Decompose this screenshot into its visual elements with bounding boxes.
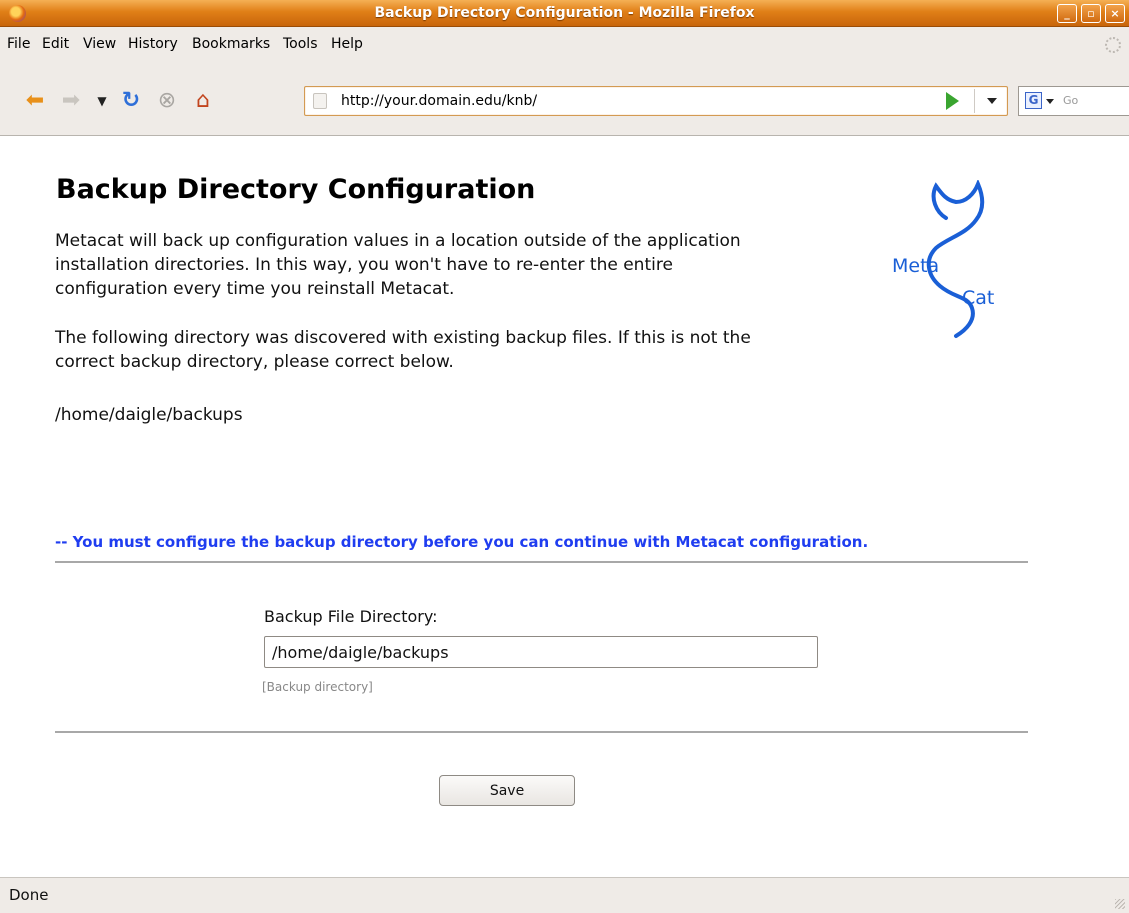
menu-history[interactable]: History	[128, 36, 178, 52]
intro-line-1: Metacat will back up configuration value…	[55, 231, 741, 251]
page-content: Backup Directory Configuration Metacat w…	[0, 136, 1129, 877]
backup-directory-hint: [Backup directory]	[262, 680, 373, 694]
discovered-line-2: correct backup directory, please correct…	[55, 352, 454, 372]
url-text[interactable]: http://your.domain.edu/knb/	[341, 93, 537, 109]
resize-grip-icon[interactable]	[1115, 899, 1125, 909]
intro-line-2: installation directories. In this way, y…	[55, 255, 673, 275]
discovered-line-1: The following directory was discovered w…	[55, 328, 751, 348]
configuration-notice: -- You must configure the backup directo…	[55, 533, 869, 551]
menu-bookmarks[interactable]: Bookmarks	[192, 36, 270, 52]
reload-icon[interactable]: ↻	[118, 88, 144, 114]
backup-directory-label: Backup File Directory:	[264, 607, 438, 626]
home-icon[interactable]: ⌂	[190, 88, 216, 114]
backup-directory-input[interactable]	[264, 636, 818, 668]
logo-text-cat: Cat	[962, 287, 994, 309]
go-arrow-icon[interactable]	[946, 92, 959, 110]
menu-edit[interactable]: Edit	[42, 36, 69, 52]
divider-top	[55, 561, 1028, 563]
url-dropdown-icon[interactable]	[987, 98, 997, 104]
menu-tools[interactable]: Tools	[283, 36, 318, 52]
stop-icon[interactable]: ⊗	[154, 88, 180, 114]
forward-icon[interactable]: ➡	[58, 88, 84, 114]
save-button[interactable]: Save	[439, 775, 575, 806]
close-icon[interactable]: ×	[1105, 4, 1125, 23]
divider-bottom	[55, 731, 1028, 733]
metacat-logo: Meta Cat	[892, 180, 994, 338]
back-icon[interactable]: ⬅	[22, 88, 48, 114]
url-separator	[974, 89, 975, 113]
discovered-path: /home/daigle/backups	[55, 405, 243, 425]
menu-view[interactable]: View	[83, 36, 116, 52]
history-dropdown-icon[interactable]: ▼	[89, 88, 115, 114]
google-icon[interactable]: G	[1025, 92, 1042, 109]
menu-bar: File Edit View History Bookmarks Tools H…	[0, 27, 1129, 64]
search-placeholder: Go	[1063, 94, 1079, 107]
url-bar[interactable]: http://your.domain.edu/knb/	[304, 86, 1008, 116]
page-icon	[313, 93, 327, 109]
window-title: Backup Directory Configuration - Mozilla…	[374, 5, 755, 21]
status-text: Done	[9, 886, 49, 904]
logo-text-meta: Meta	[892, 255, 939, 277]
window-titlebar: Backup Directory Configuration - Mozilla…	[0, 0, 1129, 27]
menu-help[interactable]: Help	[331, 36, 363, 52]
navigation-toolbar: ⬅ ➡ ▼ ↻ ⊗ ⌂ http://your.domain.edu/knb/ …	[0, 64, 1129, 136]
minimize-icon[interactable]: _	[1057, 4, 1077, 23]
intro-line-3: configuration every time you reinstall M…	[55, 279, 455, 299]
menu-file[interactable]: File	[7, 36, 30, 52]
search-box[interactable]: G Go	[1018, 86, 1129, 116]
status-bar: Done	[0, 877, 1129, 913]
search-engine-dropdown-icon[interactable]	[1046, 99, 1054, 104]
maximize-icon[interactable]: ▫	[1081, 4, 1101, 23]
page-title: Backup Directory Configuration	[56, 174, 536, 205]
throbber-icon	[1105, 37, 1121, 53]
